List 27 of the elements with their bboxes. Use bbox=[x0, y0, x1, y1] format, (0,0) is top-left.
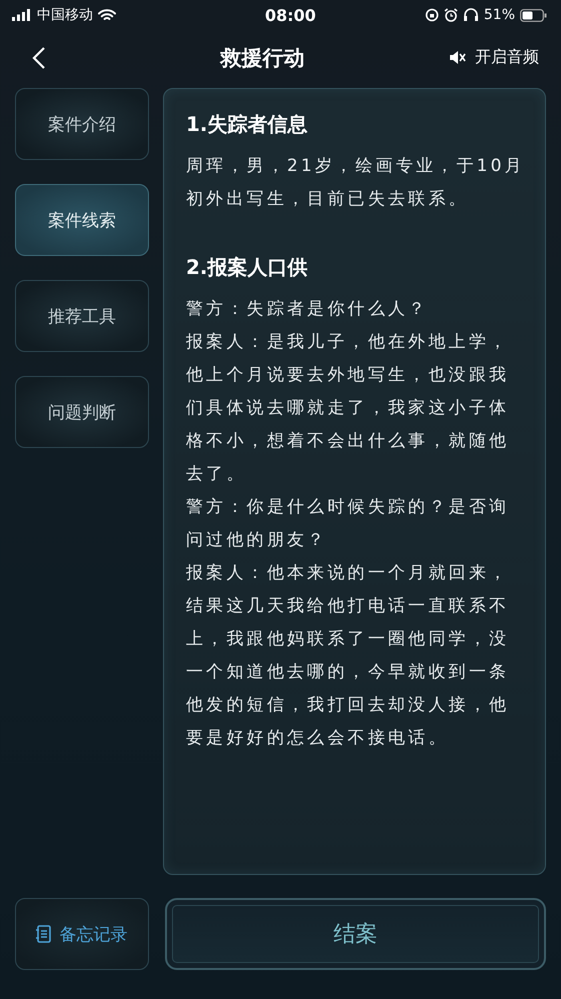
paragraph: 报案人：他本来说的一个月就回来，结果这几天我给他打电话一直联系不上，我跟他妈联系了一圈他同学，没一个知道他去哪的，今早就收到一条他发的短信，我打回去却没人接，他要是好好的怎么会不接电话。 bbox=[186, 562, 510, 750]
audio-toggle[interactable]: 开启音频 bbox=[449, 47, 539, 68]
memo-button[interactable]: 备忘记录 bbox=[15, 898, 149, 970]
paragraph: 警方：失踪者是你什么人？ bbox=[186, 298, 430, 321]
clock-time: 08:00 bbox=[264, 6, 316, 24]
sidebar-tab[interactable]: 推荐工具 bbox=[15, 280, 149, 352]
section-heading: 2.报案人口供 bbox=[186, 254, 309, 281]
alarm-icon bbox=[444, 8, 458, 22]
headphones-icon bbox=[462, 8, 479, 22]
paragraph: 警方：你是什么时候失踪的？是否询问过他的朋友？ bbox=[186, 496, 510, 552]
battery-percentage: 51% bbox=[484, 7, 515, 23]
page-title: 救援行动 bbox=[220, 44, 304, 72]
carrier-name: 中国移动 bbox=[37, 6, 93, 24]
signal-icon bbox=[12, 9, 32, 21]
sidebar-tab[interactable]: 案件介绍 bbox=[15, 88, 149, 160]
sidebar-tab[interactable]: 案件线索 bbox=[15, 184, 149, 256]
back-icon[interactable] bbox=[32, 46, 46, 70]
wifi-icon bbox=[98, 8, 116, 22]
battery-icon bbox=[520, 8, 547, 22]
muted-speaker-icon bbox=[449, 50, 466, 65]
close-case-button[interactable]: 结案 bbox=[164, 898, 546, 970]
notebook-icon bbox=[36, 925, 52, 943]
sidebar-tab[interactable]: 问题判断 bbox=[15, 376, 149, 448]
paragraph: 报案人：是我儿子，他在外地上学，他上个月说要去外地写生，也没跟我们具体说去哪就走了，我家这小子体格不小，想着不会出什么事，就随他去了。 bbox=[186, 331, 510, 486]
section-heading: 1.失踪者信息 bbox=[186, 111, 309, 138]
rotation-lock-icon bbox=[424, 8, 439, 22]
paragraph: 周珲，男，21岁，绘画专业，于10月初外出写生，目前已失去联系。 bbox=[186, 155, 525, 211]
